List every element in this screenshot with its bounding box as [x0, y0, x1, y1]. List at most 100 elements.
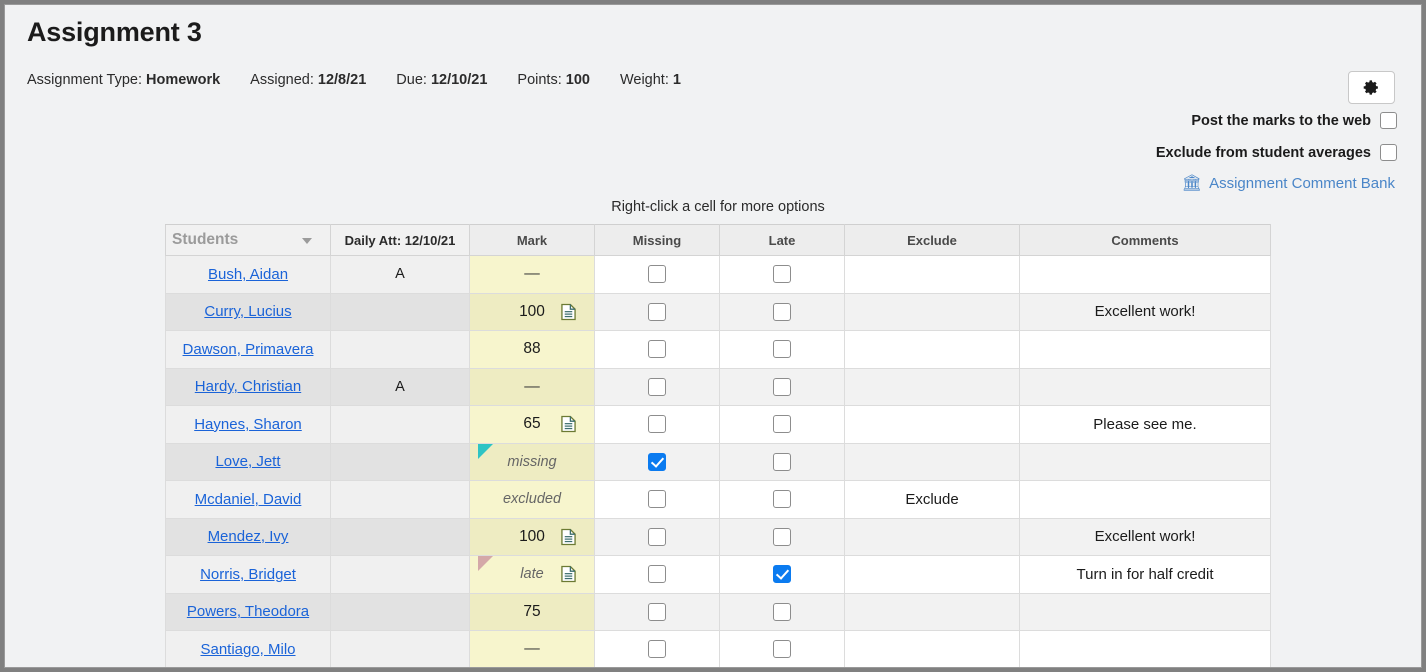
cell-daily-attendance[interactable] — [330, 517, 470, 556]
settings-gear-button[interactable] — [1348, 71, 1395, 104]
cell-exclude[interactable] — [844, 555, 1020, 594]
cell-comment[interactable]: Excellent work! — [1019, 292, 1271, 331]
cell-comment[interactable]: Turn in for half credit — [1019, 555, 1271, 594]
cell-mark[interactable]: — — [469, 367, 595, 406]
cell-comment[interactable] — [1019, 480, 1271, 519]
missing-checkbox[interactable] — [648, 340, 666, 359]
cell-mark[interactable]: 100 — [469, 292, 595, 331]
late-checkbox[interactable] — [773, 452, 791, 471]
late-corner-marker-icon — [478, 556, 493, 571]
missing-checkbox[interactable] — [648, 452, 666, 471]
late-checkbox[interactable] — [773, 415, 791, 434]
late-checkbox[interactable] — [773, 340, 791, 359]
cell-comment[interactable]: Excellent work! — [1019, 517, 1271, 556]
cell-exclude[interactable] — [844, 367, 1020, 406]
cell-comment[interactable] — [1019, 330, 1271, 369]
cell-daily-attendance[interactable] — [330, 592, 470, 631]
late-checkbox[interactable] — [773, 265, 791, 284]
late-checkbox[interactable] — [773, 490, 791, 509]
cell-daily-attendance[interactable]: A — [330, 367, 470, 406]
late-checkbox[interactable] — [773, 302, 791, 321]
cell-exclude[interactable] — [844, 630, 1020, 667]
cell-mark[interactable]: 88 — [469, 330, 595, 369]
chevron-down-icon[interactable] — [302, 238, 312, 244]
late-checkbox[interactable] — [773, 527, 791, 546]
cell-missing — [594, 442, 720, 481]
late-checkbox[interactable] — [773, 377, 791, 396]
cell-comment[interactable] — [1019, 442, 1271, 481]
column-header-daily-att[interactable]: Daily Att: 12/10/21 — [330, 224, 470, 256]
note-icon[interactable] — [561, 566, 576, 583]
cell-late — [719, 630, 845, 667]
cell-comment[interactable]: Please see me. — [1019, 405, 1271, 444]
cell-comment[interactable] — [1019, 255, 1271, 294]
cell-daily-attendance[interactable] — [330, 555, 470, 594]
mark-cell-content: late — [478, 556, 586, 593]
assignment-comment-bank-link[interactable]: 🏛 Assignment Comment Bank — [1182, 175, 1395, 192]
assignment-page: Assignment 3 Assignment Type: Homework As… — [4, 4, 1422, 668]
late-checkbox[interactable] — [773, 565, 791, 584]
cell-mark[interactable]: 100 — [469, 517, 595, 556]
late-checkbox[interactable] — [773, 640, 791, 659]
missing-checkbox[interactable] — [648, 527, 666, 546]
student-name-link[interactable]: Love, Jett — [215, 453, 280, 470]
missing-checkbox[interactable] — [648, 640, 666, 659]
cell-daily-attendance[interactable] — [330, 292, 470, 331]
missing-checkbox[interactable] — [648, 602, 666, 621]
cell-exclude[interactable] — [844, 255, 1020, 294]
cell-daily-attendance[interactable] — [330, 330, 470, 369]
column-header-late[interactable]: Late — [719, 224, 845, 256]
student-name-link[interactable]: Curry, Lucius — [204, 303, 291, 320]
cell-daily-attendance[interactable] — [330, 405, 470, 444]
late-checkbox[interactable] — [773, 602, 791, 621]
cell-comment[interactable] — [1019, 630, 1271, 667]
cell-comment[interactable] — [1019, 367, 1271, 406]
student-name-link[interactable]: Hardy, Christian — [195, 378, 301, 395]
missing-checkbox[interactable] — [648, 265, 666, 284]
student-name-link[interactable]: Dawson, Primavera — [183, 341, 314, 358]
cell-exclude[interactable]: Exclude — [844, 480, 1020, 519]
note-icon[interactable] — [561, 303, 576, 320]
missing-checkbox[interactable] — [648, 490, 666, 509]
student-name-link[interactable]: Powers, Theodora — [187, 603, 309, 620]
missing-checkbox[interactable] — [648, 377, 666, 396]
post-marks-checkbox[interactable] — [1380, 112, 1397, 129]
cell-daily-attendance[interactable]: A — [330, 255, 470, 294]
student-name-link[interactable]: Mendez, Ivy — [208, 528, 289, 545]
student-name-link[interactable]: Norris, Bridget — [200, 566, 296, 583]
note-icon[interactable] — [561, 528, 576, 545]
cell-exclude[interactable] — [844, 592, 1020, 631]
cell-daily-attendance[interactable] — [330, 442, 470, 481]
cell-exclude[interactable] — [844, 517, 1020, 556]
missing-checkbox[interactable] — [648, 565, 666, 584]
cell-comment[interactable] — [1019, 592, 1271, 631]
cell-mark[interactable]: — — [469, 630, 595, 667]
student-name-link[interactable]: Santiago, Milo — [200, 641, 295, 658]
student-name-link[interactable]: Mcdaniel, David — [195, 491, 302, 508]
cell-mark[interactable]: 75 — [469, 592, 595, 631]
column-header-missing[interactable]: Missing — [594, 224, 720, 256]
student-name-link[interactable]: Haynes, Sharon — [194, 416, 302, 433]
student-name-link[interactable]: Bush, Aidan — [208, 266, 288, 283]
cell-exclude[interactable] — [844, 330, 1020, 369]
column-header-exclude[interactable]: Exclude — [844, 224, 1020, 256]
missing-checkbox[interactable] — [648, 302, 666, 321]
missing-checkbox[interactable] — [648, 415, 666, 434]
cell-exclude[interactable] — [844, 405, 1020, 444]
cell-mark[interactable]: excluded — [469, 480, 595, 519]
cell-exclude[interactable] — [844, 292, 1020, 331]
cell-mark[interactable]: late — [469, 555, 595, 594]
column-header-comments[interactable]: Comments — [1019, 224, 1271, 256]
cell-exclude[interactable] — [844, 442, 1020, 481]
note-icon[interactable] — [561, 416, 576, 433]
exclude-averages-checkbox[interactable] — [1380, 144, 1397, 161]
column-header-students[interactable]: Students — [165, 224, 331, 256]
cell-daily-attendance[interactable] — [330, 480, 470, 519]
cell-mark[interactable]: 65 — [469, 405, 595, 444]
cell-mark[interactable]: missing — [469, 442, 595, 481]
cell-daily-attendance[interactable] — [330, 630, 470, 667]
column-header-mark[interactable]: Mark — [469, 224, 595, 256]
cell-mark[interactable]: — — [469, 255, 595, 294]
cell-student: Mendez, Ivy — [165, 517, 331, 556]
cell-late — [719, 442, 845, 481]
